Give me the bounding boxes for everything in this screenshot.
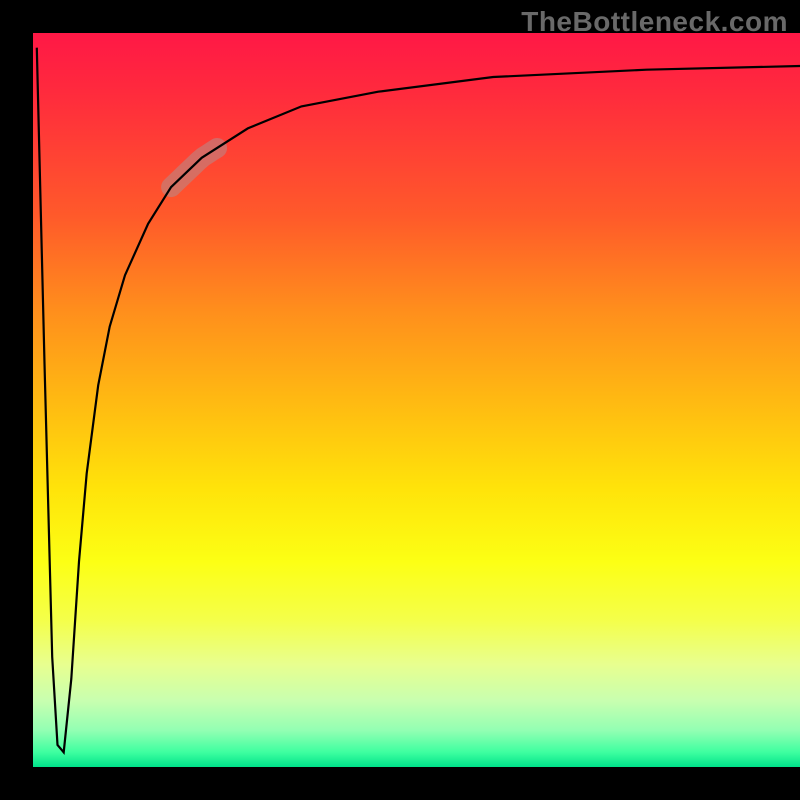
chart-container: TheBottleneck.com (0, 0, 800, 800)
watermark-text: TheBottleneck.com (521, 6, 788, 38)
plot-area (33, 33, 800, 767)
